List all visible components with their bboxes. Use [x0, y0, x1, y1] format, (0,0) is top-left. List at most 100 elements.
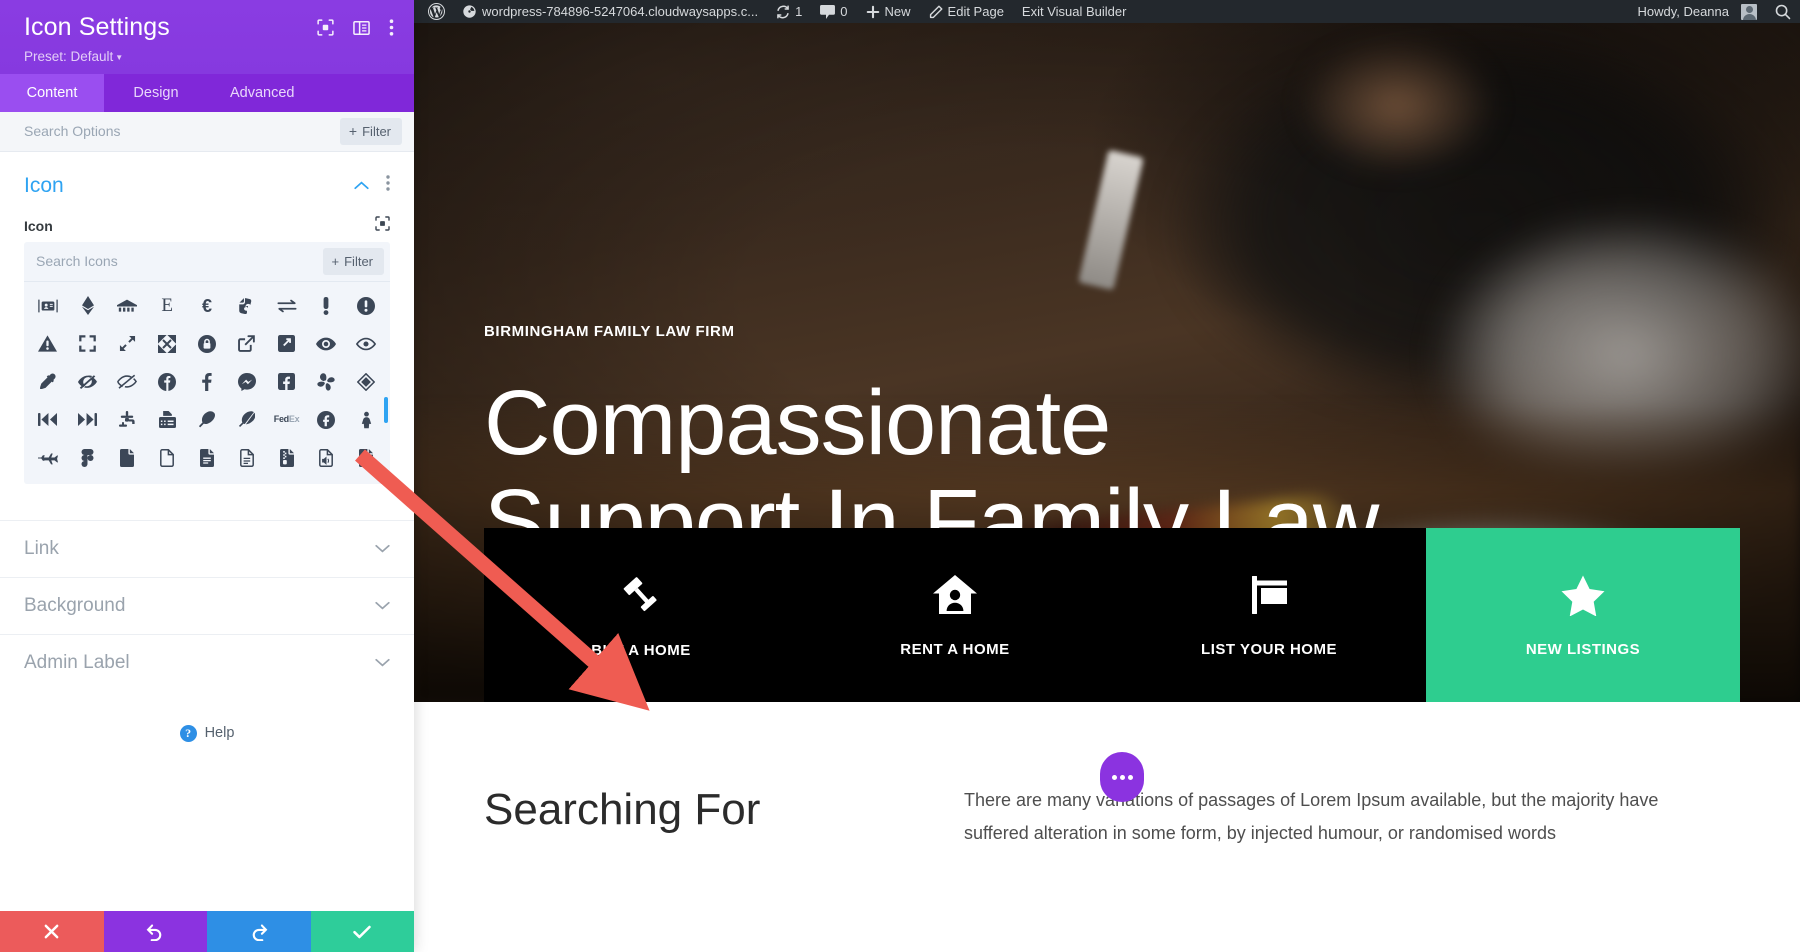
exit-visual-builder-label: Exit Visual Builder — [1021, 4, 1127, 19]
hero-title-line-1: Compassionate — [484, 372, 1111, 474]
icon-option-expeditedssl-icon[interactable] — [187, 326, 227, 362]
section-link[interactable]: Link — [0, 519, 414, 577]
icon-grid-scrollbar[interactable] — [384, 288, 388, 476]
lower-content-section: Searching For There are many variations … — [414, 702, 1800, 851]
save-button[interactable] — [310, 911, 414, 952]
cta-label: NEW LISTINGS — [1525, 640, 1641, 658]
cta-new-listings[interactable]: NEW LISTINGS — [1426, 528, 1740, 702]
cta-list-your-home[interactable]: LIST YOUR HOME — [1112, 528, 1426, 702]
kebab-menu-icon[interactable] — [389, 19, 394, 41]
icon-option-eye-outline-icon[interactable] — [346, 326, 386, 362]
icon-option-expand-alt-icon[interactable] — [108, 326, 148, 362]
section-kebab-menu-icon[interactable] — [386, 175, 390, 196]
icon-option-address-card-icon[interactable] — [28, 288, 68, 324]
tab-advanced[interactable]: Advanced — [208, 74, 317, 112]
icon-option-facebook-messenger-icon[interactable] — [227, 364, 267, 400]
icon-option-file-alt-icon[interactable] — [187, 440, 227, 476]
icon-filter-button[interactable]: + Filter — [322, 247, 384, 275]
icon-option-eye-slash-outline-icon[interactable] — [108, 364, 148, 400]
icon-option-eye-dropper-icon[interactable] — [28, 364, 68, 400]
icon-option-facebook-circle-icon[interactable] — [147, 364, 187, 400]
icon-option-exclamation-triangle-icon[interactable] — [28, 326, 68, 362]
icon-option-exclamation-icon[interactable] — [306, 288, 346, 324]
exit-visual-builder-menu[interactable]: Exit Visual Builder — [1013, 0, 1136, 23]
help-icon: ? — [179, 724, 197, 742]
target-icon[interactable] — [317, 19, 334, 41]
icon-option-fighter-jet-icon[interactable] — [28, 440, 68, 476]
icon-option-external-link-icon[interactable] — [227, 326, 267, 362]
icon-grid-scroll-thumb[interactable] — [384, 396, 388, 423]
dot — [1111, 774, 1117, 780]
icon-option-fan-icon[interactable] — [306, 364, 346, 400]
admin-bar-search[interactable] — [1766, 0, 1800, 23]
hero-section: BIRMINGHAM FAMILY LAW FIRM Compassionate… — [414, 23, 1800, 702]
hero-eyebrow: BIRMINGHAM FAMILY LAW FIRM — [484, 323, 735, 340]
icon-option-etsy-icon[interactable] — [108, 288, 148, 324]
icon-option-evernote-icon[interactable] — [227, 288, 267, 324]
icon-option-feather-alt-icon[interactable] — [227, 402, 267, 438]
icon-option-file-audio-alt-icon[interactable] — [346, 440, 386, 476]
icon-option-expand-arrows-icon[interactable] — [147, 326, 187, 362]
icon-option-faucet-icon[interactable] — [108, 402, 148, 438]
divi-visual-builder: Icon Settings Preset: Default ▼ Content … — [0, 0, 1800, 952]
edit-page-label: Edit Page — [947, 4, 1004, 19]
icon-option-facebook-f-icon[interactable] — [187, 364, 227, 400]
icon-option-female-icon[interactable] — [346, 402, 386, 438]
icon-option-fantasy-flight-games-icon[interactable] — [346, 364, 386, 400]
options-filter-button[interactable]: + Filter — [339, 117, 402, 145]
preset-selector[interactable]: Preset: Default ▼ — [24, 49, 394, 64]
cancel-button[interactable] — [0, 911, 104, 952]
howdy-label: Howdy, Deanna — [1637, 4, 1729, 19]
new-content-menu[interactable]: New — [857, 0, 920, 23]
search-options-input[interactable] — [24, 123, 340, 139]
target-icon[interactable] — [375, 215, 390, 236]
cta-buy-a-home[interactable]: BUY A HOME — [484, 528, 798, 702]
updates-menu[interactable]: 1 — [767, 0, 811, 23]
chevron-down-icon — [375, 654, 390, 672]
icon-option-euro-sign-icon[interactable]: € — [187, 288, 227, 324]
edit-page-menu[interactable]: Edit Page — [920, 0, 1013, 23]
cta-rent-a-home[interactable]: RENT A HOME — [798, 528, 1112, 702]
icon-option-feather-icon[interactable] — [187, 402, 227, 438]
icon-option-eye-slash-icon[interactable] — [68, 364, 108, 400]
icon-option-file-alt-outline-icon[interactable] — [227, 440, 267, 476]
icon-option-fast-backward-icon[interactable] — [28, 402, 68, 438]
icon-option-figma-icon[interactable] — [68, 440, 108, 476]
icon-search-input[interactable] — [36, 253, 323, 269]
new-label: New — [884, 4, 911, 19]
icon-option-ethereum-icon[interactable] — [68, 288, 108, 324]
icon-option-file-outline-icon[interactable] — [147, 440, 187, 476]
icon-option-facebook-square-icon[interactable] — [267, 364, 307, 400]
undo-button[interactable] — [103, 911, 207, 952]
wordpress-logo-icon[interactable] — [420, 0, 453, 23]
section-background[interactable]: Background — [0, 576, 414, 634]
howdy-menu[interactable]: Howdy, Deanna — [1628, 0, 1766, 23]
tab-content[interactable]: Content — [0, 73, 104, 112]
tab-design[interactable]: Design — [104, 74, 208, 112]
icon-option-eye-icon[interactable] — [306, 326, 346, 362]
chevron-up-icon[interactable] — [354, 177, 369, 195]
icon-option-fast-forward-icon[interactable] — [68, 402, 108, 438]
icon-grid: E € FedEx — [24, 282, 390, 484]
chevron-down-icon — [375, 540, 390, 558]
plus-icon: + — [331, 253, 340, 269]
icon-option-fedora-icon[interactable] — [306, 402, 346, 438]
layout-panel-icon[interactable] — [353, 20, 370, 41]
icon-option-exchange-alt-icon[interactable] — [267, 288, 307, 324]
icon-option-file-archive-icon[interactable] — [267, 440, 307, 476]
icon-option-file-audio-icon[interactable] — [306, 440, 346, 476]
icon-option-exclamation-circle-icon[interactable] — [346, 288, 386, 324]
icon-option-encyclopedia-e-icon[interactable]: E — [147, 288, 187, 324]
icon-option-fedex-icon[interactable]: FedEx — [267, 402, 307, 438]
icon-option-expand-icon[interactable] — [68, 326, 108, 362]
page-settings-fab[interactable] — [1100, 752, 1144, 802]
redo-button[interactable] — [207, 911, 311, 952]
icon-option-file-icon[interactable] — [108, 440, 148, 476]
comments-menu[interactable]: 0 — [811, 0, 856, 23]
section-admin-label[interactable]: Admin Label — [0, 633, 414, 691]
site-name-menu[interactable]: wordpress-784896-5247064.cloudwaysapps.c… — [453, 0, 767, 23]
icon-option-external-link-square-icon[interactable] — [267, 326, 307, 362]
help-link[interactable]: ? Help — [0, 691, 414, 742]
options-search-bar: + Filter — [0, 111, 414, 152]
icon-option-fax-icon[interactable] — [147, 402, 187, 438]
